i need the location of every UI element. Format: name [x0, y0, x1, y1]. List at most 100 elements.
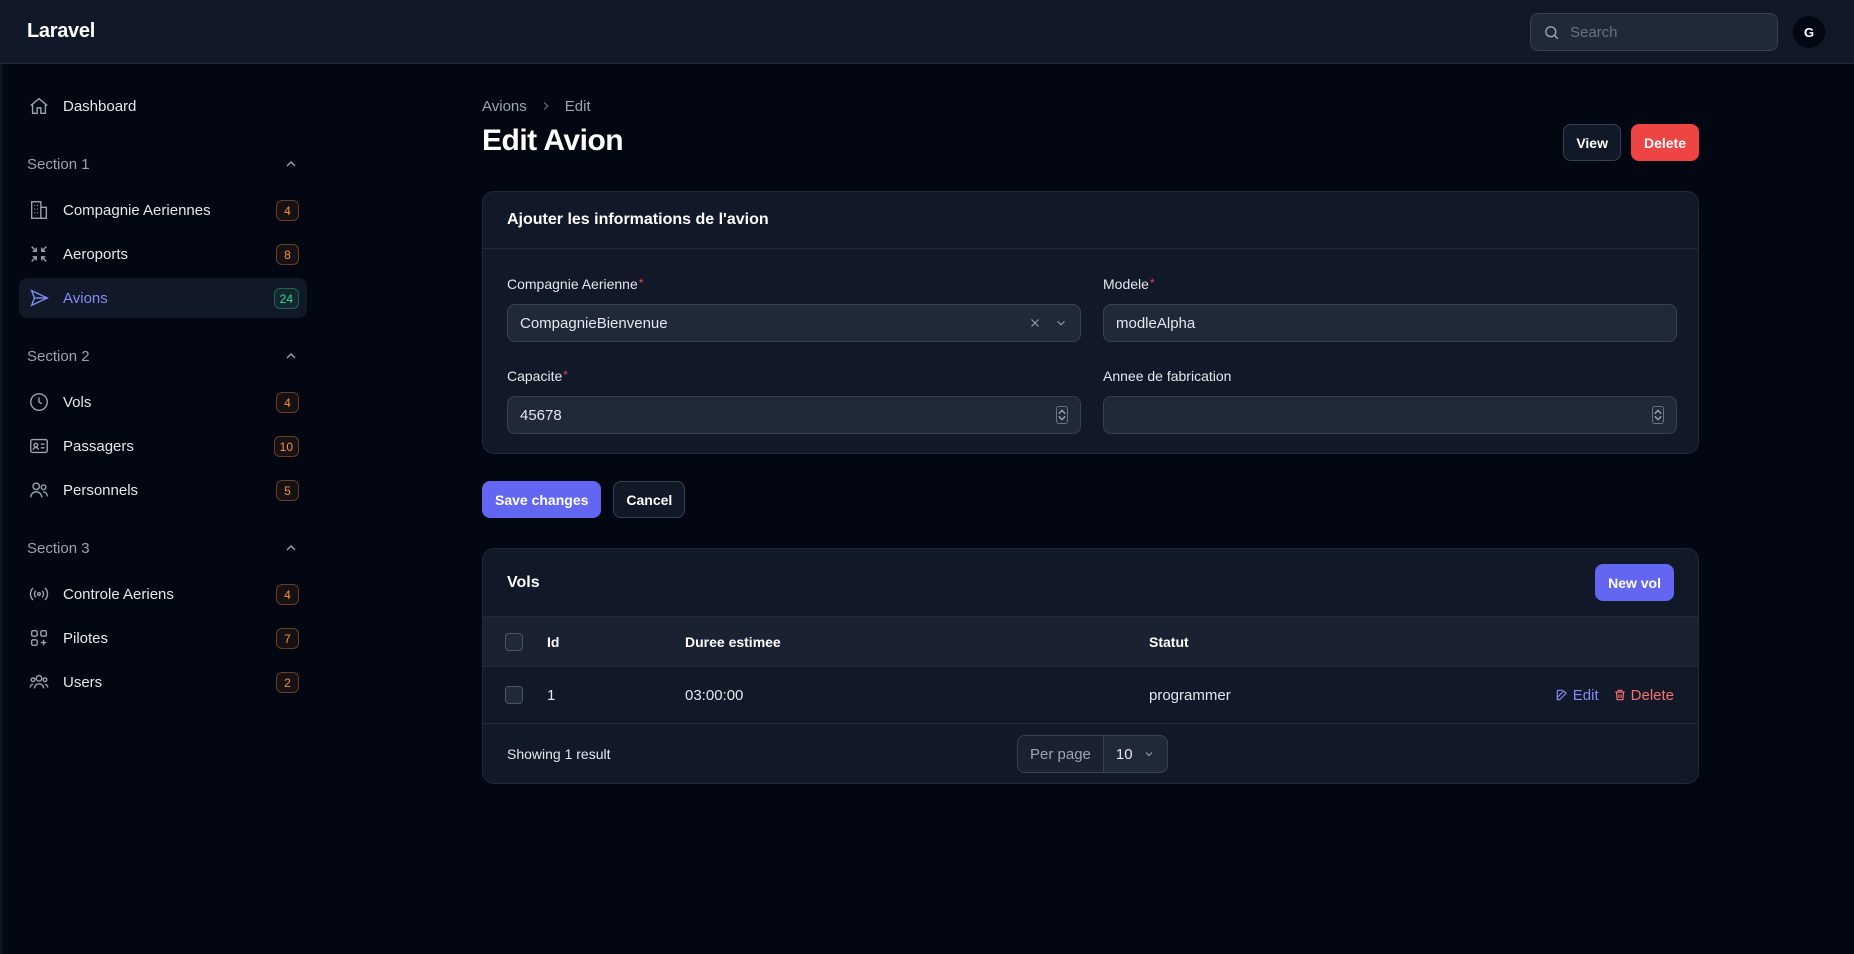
section-title: Section 1 — [27, 155, 90, 173]
per-page-label: Per page — [1018, 736, 1104, 772]
select-all-checkbox[interactable] — [505, 632, 523, 651]
vols-relation-card: Vols New vol Id Duree estimee Statut 1 0… — [482, 548, 1699, 784]
breadcrumb-current: Edit — [564, 97, 591, 115]
compagnie-value: CompagnieBienvenue — [520, 314, 668, 332]
required-marker: * — [1149, 276, 1155, 290]
row-checkbox[interactable] — [505, 686, 523, 704]
search-input[interactable] — [1570, 23, 1750, 41]
clock-icon — [27, 390, 51, 414]
annee-field: Annee de fabrication — [1103, 368, 1677, 434]
edit-icon — [1556, 689, 1567, 701]
delete-button[interactable]: Delete — [1630, 124, 1699, 161]
chevron-up-icon — [286, 545, 296, 551]
chevron-up-icon — [286, 353, 296, 359]
count-badge: 7 — [276, 628, 299, 649]
squares-plus-icon — [27, 626, 51, 650]
modele-field: Modele* modleAlpha — [1103, 276, 1677, 342]
brand-logo[interactable]: Laravel — [27, 20, 95, 43]
user-group-icon — [27, 670, 51, 694]
cancel-button[interactable]: Cancel — [613, 481, 686, 518]
sidebar-item-label: Personnels — [63, 481, 139, 499]
header-actions: View Delete — [1563, 124, 1699, 161]
sidebar-item-label: Aeroports — [63, 245, 129, 263]
search-icon — [1545, 25, 1559, 39]
section-toggle-3[interactable]: Section 3 — [19, 532, 307, 564]
sidebar-edge — [0, 64, 3, 954]
page-title: Edit Avion — [482, 124, 624, 157]
number-stepper-icon[interactable] — [1056, 406, 1068, 424]
per-page-select[interactable]: Per page 10 — [1017, 735, 1168, 773]
sidebar-item-label: Users — [63, 673, 103, 691]
number-stepper-icon[interactable] — [1652, 406, 1664, 424]
new-vol-button[interactable]: New vol — [1595, 564, 1674, 601]
sidebar-item-label: Passagers — [63, 437, 134, 455]
capacite-field: Capacite* 45678 — [507, 368, 1081, 434]
sidebar-item-label: Controle Aeriens — [63, 585, 174, 603]
per-page-value: 10 — [1115, 745, 1133, 763]
chevron-down-icon[interactable] — [1054, 316, 1068, 330]
modele-input[interactable]: modleAlpha — [1103, 304, 1677, 342]
count-badge: 5 — [276, 480, 299, 501]
annee-input[interactable] — [1103, 396, 1677, 434]
table-row[interactable]: 1 03:00:00 programmer Edit Delete — [483, 667, 1698, 724]
chevron-right-icon — [543, 102, 549, 110]
row-delete-action[interactable]: Delete — [1613, 687, 1674, 704]
capacite-input[interactable]: 45678 — [507, 396, 1081, 434]
section-title: Section 3 — [27, 539, 90, 557]
avion-form-card: Ajouter les informations de l'avion Comp… — [482, 191, 1699, 454]
sidebar-item-aeroports[interactable]: Aeroports 8 — [19, 234, 307, 274]
sidebar-item-label: Avions — [63, 289, 108, 307]
capacite-value: 45678 — [520, 406, 562, 424]
column-id[interactable]: Id — [547, 634, 559, 650]
row-edit-label: Edit — [1572, 686, 1599, 704]
compagnie-label: Compagnie Aerienne — [507, 276, 638, 292]
sidebar-item-pilotes[interactable]: Pilotes 7 — [19, 618, 307, 658]
modele-value: modleAlpha — [1116, 314, 1196, 332]
trash-icon — [1614, 689, 1625, 701]
users-icon — [27, 478, 51, 502]
sidebar-item-dashboard[interactable]: Dashboard — [19, 86, 307, 126]
required-marker: * — [638, 276, 644, 290]
column-statut[interactable]: Statut — [1149, 634, 1189, 650]
view-button[interactable]: View — [1563, 124, 1621, 161]
required-marker: * — [563, 368, 568, 382]
chevron-up-icon — [286, 161, 296, 167]
sidebar-item-label: Pilotes — [63, 629, 109, 647]
section-title: Section 2 — [27, 347, 90, 365]
home-icon — [27, 94, 51, 118]
breadcrumb: Avions Edit — [482, 96, 1699, 116]
column-duree[interactable]: Duree estimee — [685, 634, 781, 650]
sidebar-item-users[interactable]: Users 2 — [19, 662, 307, 702]
vols-title: Vols — [507, 573, 540, 591]
section-toggle-2[interactable]: Section 2 — [19, 340, 307, 372]
row-delete-label: Delete — [1630, 686, 1674, 704]
form-actions: Save changes Cancel — [482, 481, 686, 518]
sidebar-item-label: Vols — [63, 393, 92, 411]
count-badge: 2 — [276, 672, 299, 693]
breadcrumb-parent[interactable]: Avions — [482, 98, 527, 115]
table-footer: Showing 1 result Per page 10 — [483, 724, 1698, 783]
id-card-icon — [27, 434, 51, 458]
sidebar-item-compagnie-aeriennes[interactable]: Compagnie Aeriennes 4 — [19, 190, 307, 230]
section-toggle-1[interactable]: Section 1 — [19, 148, 307, 180]
sidebar-item-vols[interactable]: Vols 4 — [19, 382, 307, 422]
row-edit-action[interactable]: Edit — [1555, 687, 1599, 704]
modele-label: Modele — [1103, 276, 1149, 292]
sidebar-item-avions[interactable]: Avions 24 — [19, 278, 307, 318]
count-badge: 8 — [276, 244, 299, 265]
sidebar-item-personnels[interactable]: Personnels 5 — [19, 470, 307, 510]
user-avatar[interactable]: G — [1793, 16, 1825, 48]
clear-icon[interactable] — [1028, 316, 1042, 330]
sidebar: Dashboard Section 1 Compagnie Aeriennes … — [19, 86, 307, 706]
cell-statut: programmer — [1149, 686, 1231, 704]
sidebar-item-controle-aeriens[interactable]: Controle Aeriens 4 — [19, 574, 307, 614]
capacite-label: Capacite — [507, 368, 563, 384]
save-changes-button[interactable]: Save changes — [482, 481, 602, 518]
paper-plane-icon — [27, 286, 51, 310]
sidebar-item-passagers[interactable]: Passagers 10 — [19, 426, 307, 466]
cell-id: 1 — [547, 686, 556, 704]
cell-duree: 03:00:00 — [685, 686, 744, 704]
compagnie-select[interactable]: CompagnieBienvenue — [507, 304, 1081, 342]
sidebar-item-label: Dashboard — [63, 97, 137, 115]
global-search[interactable] — [1530, 13, 1778, 51]
